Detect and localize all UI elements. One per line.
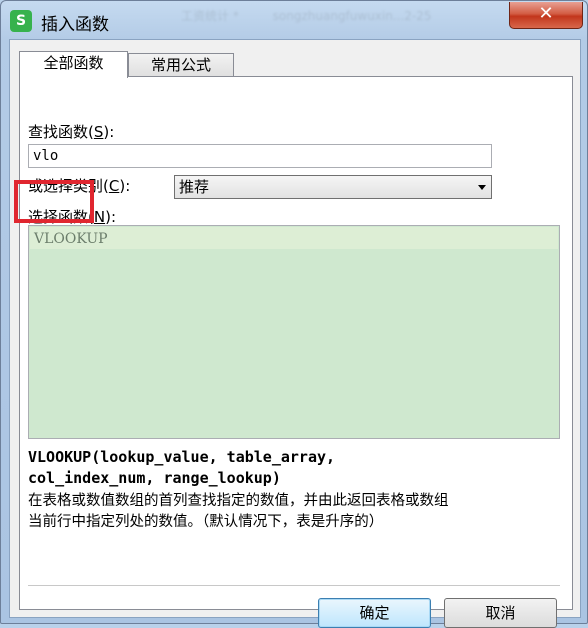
search-label: 查找函数(S): xyxy=(28,121,114,142)
function-description: 在表格或数值数组的首列查找指定的数值，并由此返回表格或数组 当前行中指定列处的数… xyxy=(28,491,558,533)
tab-panel: 查找函数(S): vlo 或选择类别(C): 推荐 选择函数(N): VLOOK… xyxy=(19,76,573,628)
list-item-vlookup[interactable]: VLOOKUP xyxy=(30,227,558,249)
tab-all-functions[interactable]: 全部函数 xyxy=(19,51,128,78)
background-tab: 工资统计 * xyxy=(181,9,239,23)
tab-common-formulas[interactable]: 常用公式 xyxy=(128,53,234,78)
divider xyxy=(28,585,560,587)
category-select[interactable]: 推荐 xyxy=(174,175,492,199)
dropdown-arrow-icon[interactable] xyxy=(478,185,486,190)
dialog-title: 插入函数 xyxy=(41,15,109,35)
search-label-key: S xyxy=(93,123,104,141)
background-tab: songzhuangfuwuxin...2-25 xyxy=(272,9,432,23)
category-selected-value: 推荐 xyxy=(179,178,210,196)
highlight-annotation-box xyxy=(14,180,94,223)
background-tabs: 工资统计 * songzhuangfuwuxin...2-25 xyxy=(181,7,511,31)
signature-line: col_index_num, range_lookup) xyxy=(28,469,281,487)
category-label-key: C xyxy=(108,177,120,195)
category-label-suffix: ): xyxy=(119,177,131,195)
search-label-prefix: 查找函数( xyxy=(28,123,94,141)
function-list-label-suffix: ): xyxy=(105,208,116,226)
search-input[interactable]: vlo xyxy=(28,144,492,168)
close-button[interactable]: ✕ xyxy=(509,2,583,29)
wps-app-icon: S xyxy=(10,10,32,32)
function-list[interactable]: VLOOKUP xyxy=(28,225,560,439)
title-bar[interactable]: S 插入函数 工资统计 * songzhuangfuwuxin...2-25 ✕ xyxy=(1,1,587,39)
function-list-label-key: N xyxy=(93,208,106,226)
dialog-body: 全部函数 常用公式 查找函数(S): vlo 或选择类别(C): 推荐 选择函数… xyxy=(9,39,581,628)
function-signature: VLOOKUP(lookup_value, table_array, col_i… xyxy=(28,447,558,489)
signature-line: VLOOKUP(lookup_value, table_array, xyxy=(28,448,336,466)
dialog-window: S 插入函数 工资统计 * songzhuangfuwuxin...2-25 ✕… xyxy=(0,0,588,628)
description-line: 在表格或数值数组的首列查找指定的数值，并由此返回表格或数组 xyxy=(28,493,449,509)
description-line: 当前行中指定列处的数值。（默认情况下，表是升序的） xyxy=(28,514,384,530)
search-label-suffix: ): xyxy=(103,123,115,141)
